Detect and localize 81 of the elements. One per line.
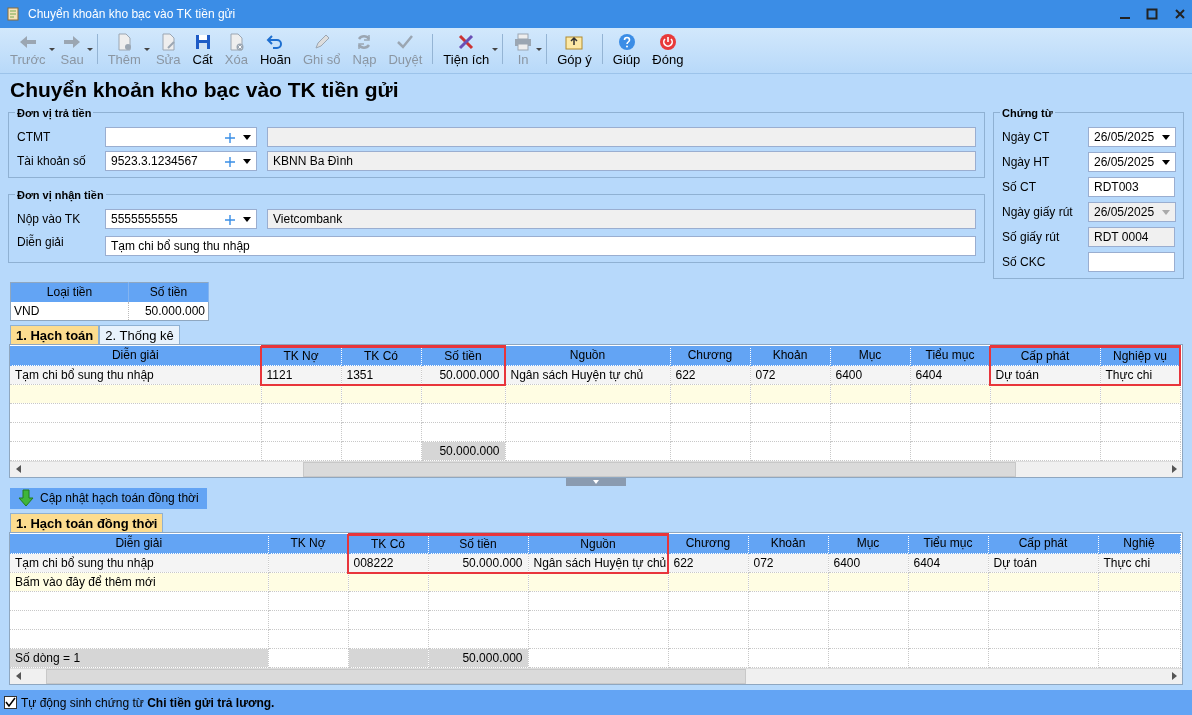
- caret-icon: [1162, 209, 1171, 215]
- table-cell: Ngân sách Huyện tự chủ: [505, 365, 670, 384]
- arrow-left-icon: [15, 465, 21, 473]
- column-header[interactable]: Chương: [668, 533, 748, 553]
- column-header[interactable]: TK Nợ: [268, 533, 348, 553]
- checkbox-label: Tự động sinh chứng từ Chi tiền gửi trả lương.: [21, 694, 275, 712]
- arrow-left-icon: [15, 672, 21, 680]
- plus-icon: [225, 132, 235, 143]
- checkmark-icon: [5, 697, 16, 708]
- caret-icon[interactable]: [243, 134, 251, 140]
- caret-icon[interactable]: [243, 216, 251, 222]
- input-field[interactable]: RDT003: [1088, 177, 1175, 197]
- notebook-icon: [6, 7, 20, 21]
- column-header[interactable]: Tiểu mục: [908, 533, 988, 553]
- field-label: Tài khoản số: [17, 153, 87, 170]
- help-icon: [616, 32, 637, 52]
- column-header[interactable]: Khoản: [748, 533, 828, 553]
- date-picker[interactable]: 26/05/2025: [1088, 152, 1176, 172]
- window-title: Chuyển khoản kho bạc vào TK tiền gửi: [28, 6, 236, 23]
- checkbox[interactable]: [4, 696, 17, 709]
- arrow-down-icon: [18, 489, 34, 507]
- table-cell: Tạm chi bổ sung thu nhập: [10, 365, 261, 384]
- date-picker: 26/05/2025: [1088, 202, 1176, 222]
- field-label: Số CKC: [1002, 254, 1047, 271]
- field-label: Diễn giải: [17, 233, 65, 251]
- plus-icon: [225, 214, 235, 225]
- column-header[interactable]: Nguồn: [505, 345, 670, 365]
- close-icon: [1174, 8, 1186, 20]
- column-header[interactable]: Mục: [830, 345, 910, 365]
- account-dropdown[interactable]: 9523.3.1234567: [105, 151, 257, 171]
- name-field: Vietcombank: [267, 209, 976, 229]
- column-header: Số tiền: [128, 282, 209, 302]
- tab[interactable]: 1. Hạch toán: [10, 324, 100, 344]
- input-field[interactable]: Tạm chi bổ sung thu nhập: [105, 236, 976, 256]
- account-dropdown[interactable]: 5555555555: [105, 209, 257, 229]
- name-field: KBNN Ba Đình: [267, 151, 976, 171]
- column-header[interactable]: Diễn giải: [10, 533, 268, 553]
- column-header[interactable]: Nghiệ: [1098, 533, 1180, 553]
- maximize-icon: [1146, 8, 1158, 20]
- arrow-right-icon: [1171, 672, 1177, 680]
- field-label: Nộp vào TK: [17, 211, 82, 228]
- column-header[interactable]: Cấp phát: [988, 533, 1098, 553]
- dropdown-caret-icon[interactable]: [492, 48, 499, 51]
- power-icon: [657, 32, 678, 52]
- column-header[interactable]: Chương: [670, 345, 750, 365]
- toolbar-button[interactable]: Cất: [186, 30, 219, 69]
- field-label: Ngày giấy rút: [1002, 204, 1074, 221]
- field-label: CTMT: [17, 129, 52, 146]
- field-label: Ngày HT: [1002, 154, 1051, 171]
- printer-icon: [513, 32, 534, 52]
- splitter-handle[interactable]: [566, 477, 626, 486]
- column-header[interactable]: Khoản: [750, 345, 830, 365]
- input-field: RDT 0004: [1088, 227, 1175, 247]
- column-header[interactable]: Tiểu mục: [910, 345, 990, 365]
- toolbar-button[interactable]: Đóng: [646, 30, 690, 69]
- minimize-icon: [1120, 17, 1130, 19]
- caret-icon[interactable]: [243, 158, 251, 164]
- group-title: Đơn vị nhận tiền: [15, 187, 106, 204]
- toolbar-button[interactable]: Giúp: [606, 30, 647, 69]
- column-header[interactable]: Mục: [828, 533, 908, 553]
- toolbar-button[interactable]: Hoãn: [253, 30, 297, 69]
- tab[interactable]: 1. Hạch toán đồng thời: [10, 512, 164, 532]
- caret-icon[interactable]: [1162, 159, 1171, 165]
- caret-icon[interactable]: [1162, 134, 1171, 140]
- date-picker[interactable]: 26/05/2025: [1088, 127, 1176, 147]
- update-button[interactable]: Cập nhật hạch toán đồng thời: [10, 487, 207, 509]
- arrow-right-icon: [1171, 465, 1177, 473]
- scroll-thumb[interactable]: [46, 668, 746, 684]
- toolbar-button[interactable]: Tiện ích: [437, 30, 496, 69]
- scroll-thumb[interactable]: [303, 461, 1016, 477]
- group-title: Đơn vị trả tiền: [15, 105, 94, 122]
- page-heading: Chuyển khoản kho bạc vào TK tiền gửi: [9, 77, 400, 102]
- field-label: Số CT: [1002, 179, 1037, 196]
- toolbar-button[interactable]: Góp ý: [551, 30, 598, 69]
- column-header: Loại tiền: [10, 282, 129, 302]
- input-field[interactable]: [1088, 252, 1175, 272]
- field-label: Số giấy rút: [1002, 229, 1061, 246]
- tab[interactable]: 2. Thống kê: [99, 324, 180, 344]
- plus-icon: [225, 156, 235, 167]
- field-label: Ngày CT: [1002, 129, 1051, 146]
- column-header[interactable]: Diễn giải: [10, 345, 261, 365]
